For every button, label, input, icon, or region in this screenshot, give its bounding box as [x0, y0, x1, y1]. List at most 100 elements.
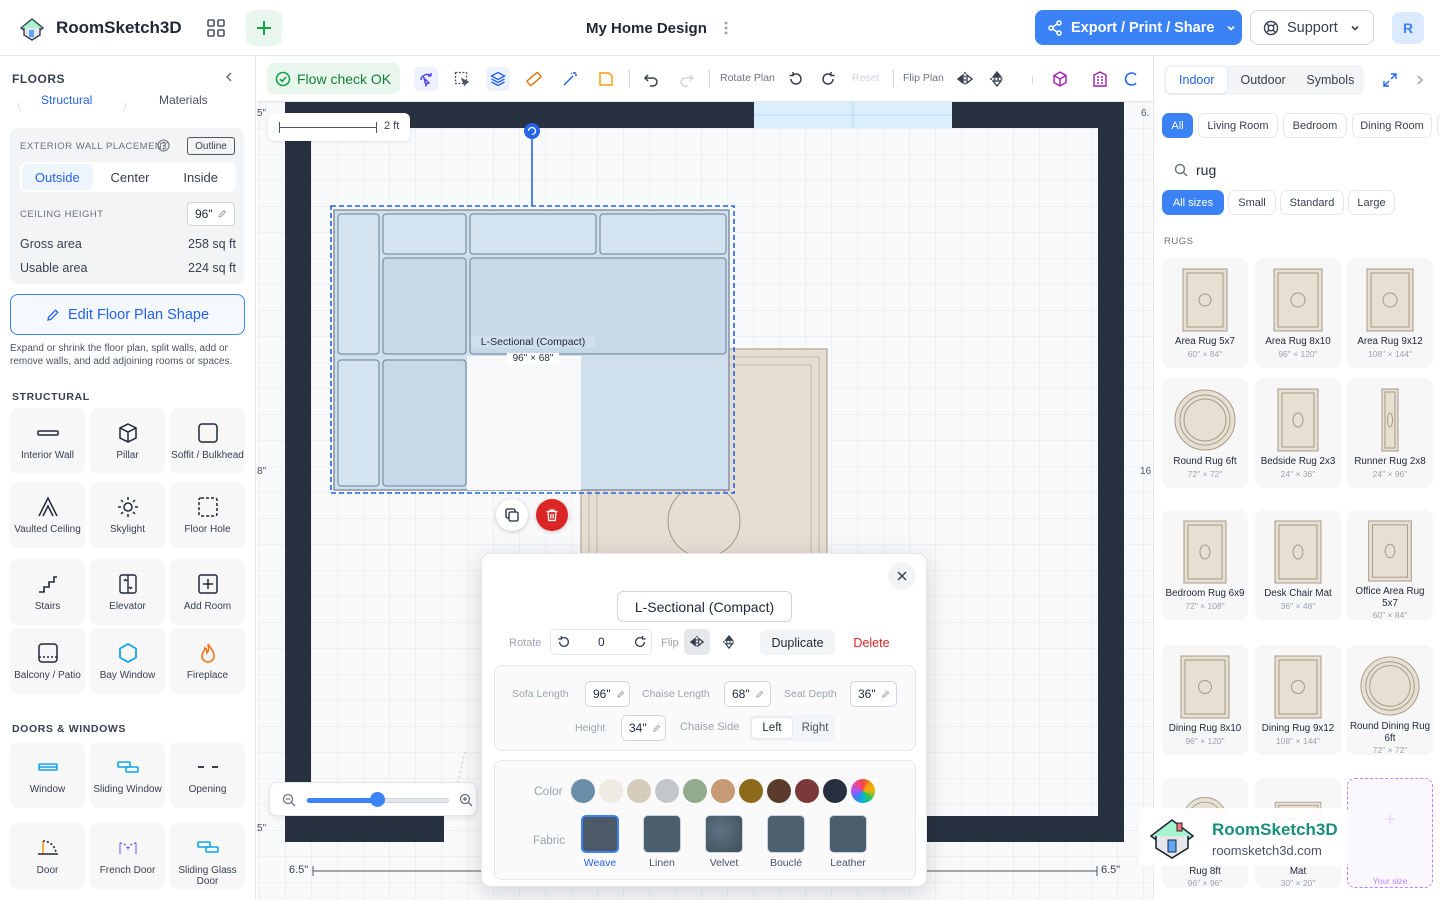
- building-icon[interactable]: [1088, 67, 1112, 91]
- rug-card-round-dining-6ft[interactable]: Round Dining Rug 6ft 72" × 72": [1347, 645, 1433, 755]
- room-filter-living-room[interactable]: Living Room: [1198, 113, 1278, 138]
- delete-float-button[interactable]: [536, 499, 568, 531]
- soffit-tile[interactable]: Soffit / Bulkhead: [170, 408, 245, 474]
- undo-icon[interactable]: [639, 67, 663, 91]
- rotate-cw-icon[interactable]: [633, 635, 647, 649]
- room-filter-all[interactable]: All: [1162, 113, 1193, 138]
- edit-floor-plan-shape-button[interactable]: Edit Floor Plan Shape: [10, 294, 245, 335]
- magic-wand-icon[interactable]: [558, 67, 582, 91]
- chevron-right-icon[interactable]: [1413, 73, 1427, 87]
- flip-vertical-button[interactable]: [716, 629, 742, 655]
- top-window[interactable]: [754, 102, 952, 128]
- rotate-cw-icon[interactable]: [816, 67, 840, 91]
- tab-outdoor[interactable]: Outdoor: [1229, 65, 1296, 95]
- sliding-glass-door-tile[interactable]: Sliding Glass Door: [170, 823, 245, 889]
- apps-grid-icon[interactable]: [200, 12, 232, 44]
- app-logo-icon[interactable]: [18, 14, 46, 42]
- add-room-tile[interactable]: Add Room: [170, 559, 245, 625]
- outline-badge[interactable]: Outline: [187, 137, 235, 155]
- placement-outside[interactable]: Outside: [22, 164, 93, 190]
- rotate-ccw-icon[interactable]: [784, 67, 808, 91]
- tab-symbols[interactable]: Symbols: [1297, 65, 1364, 95]
- document-title[interactable]: My Home Design: [586, 20, 707, 37]
- note-icon[interactable]: [594, 67, 618, 91]
- flow-check-badge[interactable]: Flow check OK: [267, 63, 400, 94]
- support-button[interactable]: Support: [1250, 10, 1374, 45]
- marquee-select-icon[interactable]: [450, 67, 474, 91]
- flip-horizontal-icon[interactable]: [953, 67, 977, 91]
- color-swatch[interactable]: [795, 779, 819, 803]
- color-swatch[interactable]: [823, 779, 847, 803]
- bay-window-tile[interactable]: Bay Window: [90, 628, 165, 694]
- color-swatch[interactable]: [599, 779, 623, 803]
- more-vertical-icon[interactable]: [718, 16, 734, 40]
- door-tile[interactable]: Door: [10, 823, 85, 889]
- zoom-in-icon[interactable]: [459, 793, 473, 807]
- user-avatar[interactable]: R: [1392, 12, 1424, 44]
- color-swatch[interactable]: [739, 779, 763, 803]
- size-filter-standard[interactable]: Standard: [1280, 190, 1344, 215]
- sofa-length-input[interactable]: 96": [585, 681, 630, 707]
- custom-size-card[interactable]: Your size: [1347, 778, 1433, 888]
- rug-card-runner-2x8[interactable]: Runner Rug 2x8 24" × 96": [1347, 378, 1433, 488]
- chaise-length-input[interactable]: 68": [724, 681, 771, 707]
- rug-card-dining-8x10[interactable]: Dining Rug 8x10 96" × 120": [1162, 645, 1248, 755]
- item-name-field[interactable]: L-Sectional (Compact): [617, 591, 792, 622]
- select-tool-icon[interactable]: [414, 67, 438, 91]
- export-print-share-button[interactable]: Export / Print / Share: [1035, 10, 1242, 45]
- color-swatch[interactable]: [711, 779, 735, 803]
- color-swatch[interactable]: [655, 779, 679, 803]
- rug-card-bedside-2x3[interactable]: Bedside Rug 2x3 24" × 36": [1255, 378, 1341, 488]
- fabric-leather-swatch[interactable]: [829, 815, 867, 853]
- rug-card-dining-9x12[interactable]: Dining Rug 9x12 108" × 144": [1255, 645, 1341, 755]
- placement-center[interactable]: Center: [95, 162, 166, 192]
- tab-materials[interactable]: Materials: [159, 94, 208, 107]
- elevator-tile[interactable]: Elevator: [90, 559, 165, 625]
- 3d-view-icon[interactable]: [1048, 67, 1072, 91]
- chaise-side-left[interactable]: Left: [751, 717, 793, 739]
- flip-horizontal-button[interactable]: [684, 629, 710, 655]
- chaise-side-right[interactable]: Right: [795, 715, 835, 741]
- fabric-linen-swatch[interactable]: [643, 815, 681, 853]
- size-filter-all[interactable]: All sizes: [1162, 190, 1224, 215]
- add-plus-button[interactable]: [246, 10, 282, 46]
- rug-card-area-5x7[interactable]: Area Rug 5x7 60" × 84": [1162, 258, 1248, 368]
- vaulted-ceiling-tile[interactable]: Vaulted Ceiling: [10, 482, 85, 548]
- delete-button[interactable]: Delete: [844, 630, 899, 655]
- skylight-tile[interactable]: Skylight: [90, 482, 165, 548]
- custom-color-wheel-icon[interactable]: [851, 779, 875, 803]
- seat-depth-input[interactable]: 36": [850, 681, 897, 707]
- room-filter-bedroom[interactable]: Bedroom: [1283, 113, 1347, 138]
- rug-card-round-6ft[interactable]: Round Rug 6ft 72" × 72": [1162, 378, 1248, 488]
- rug-card-area-9x12[interactable]: Area Rug 9x12 108" × 144": [1347, 258, 1433, 368]
- redo-icon[interactable]: [675, 67, 699, 91]
- french-door-tile[interactable]: French Door: [90, 823, 165, 889]
- color-swatch[interactable]: [683, 779, 707, 803]
- opening-tile[interactable]: Opening: [170, 742, 245, 808]
- ceiling-height-input[interactable]: 96": [187, 202, 235, 226]
- zoom-out-icon[interactable]: [282, 793, 296, 807]
- color-swatch[interactable]: [627, 779, 651, 803]
- pillar-tile[interactable]: Pillar: [90, 408, 165, 474]
- interior-wall-tile[interactable]: Interior Wall: [10, 408, 85, 474]
- zoom-slider-thumb[interactable]: [370, 792, 385, 807]
- chevron-left-icon[interactable]: [222, 70, 236, 84]
- color-swatch[interactable]: [767, 779, 791, 803]
- stairs-tile[interactable]: Stairs: [10, 559, 85, 625]
- fabric-weave-swatch[interactable]: [581, 815, 619, 853]
- rug-card-bedroom-6x9[interactable]: Bedroom Rug 6x9 72" × 108": [1162, 510, 1248, 620]
- floor-hole-tile[interactable]: Floor Hole: [170, 482, 245, 548]
- close-popup-button[interactable]: [888, 562, 916, 590]
- color-swatch[interactable]: [571, 779, 595, 803]
- sliding-window-tile[interactable]: Sliding Window: [90, 742, 165, 808]
- duplicate-float-button[interactable]: [496, 499, 528, 531]
- flip-vertical-icon[interactable]: [985, 67, 1009, 91]
- help-icon[interactable]: [157, 139, 170, 152]
- fabric-velvet-swatch[interactable]: [705, 815, 743, 853]
- duplicate-button[interactable]: Duplicate: [760, 630, 835, 655]
- layers-icon[interactable]: [486, 67, 510, 91]
- window-tile[interactable]: Window: [10, 742, 85, 808]
- rotate-ccw-icon[interactable]: [557, 635, 571, 649]
- placement-inside[interactable]: Inside: [165, 162, 236, 192]
- ruler-icon[interactable]: [522, 67, 546, 91]
